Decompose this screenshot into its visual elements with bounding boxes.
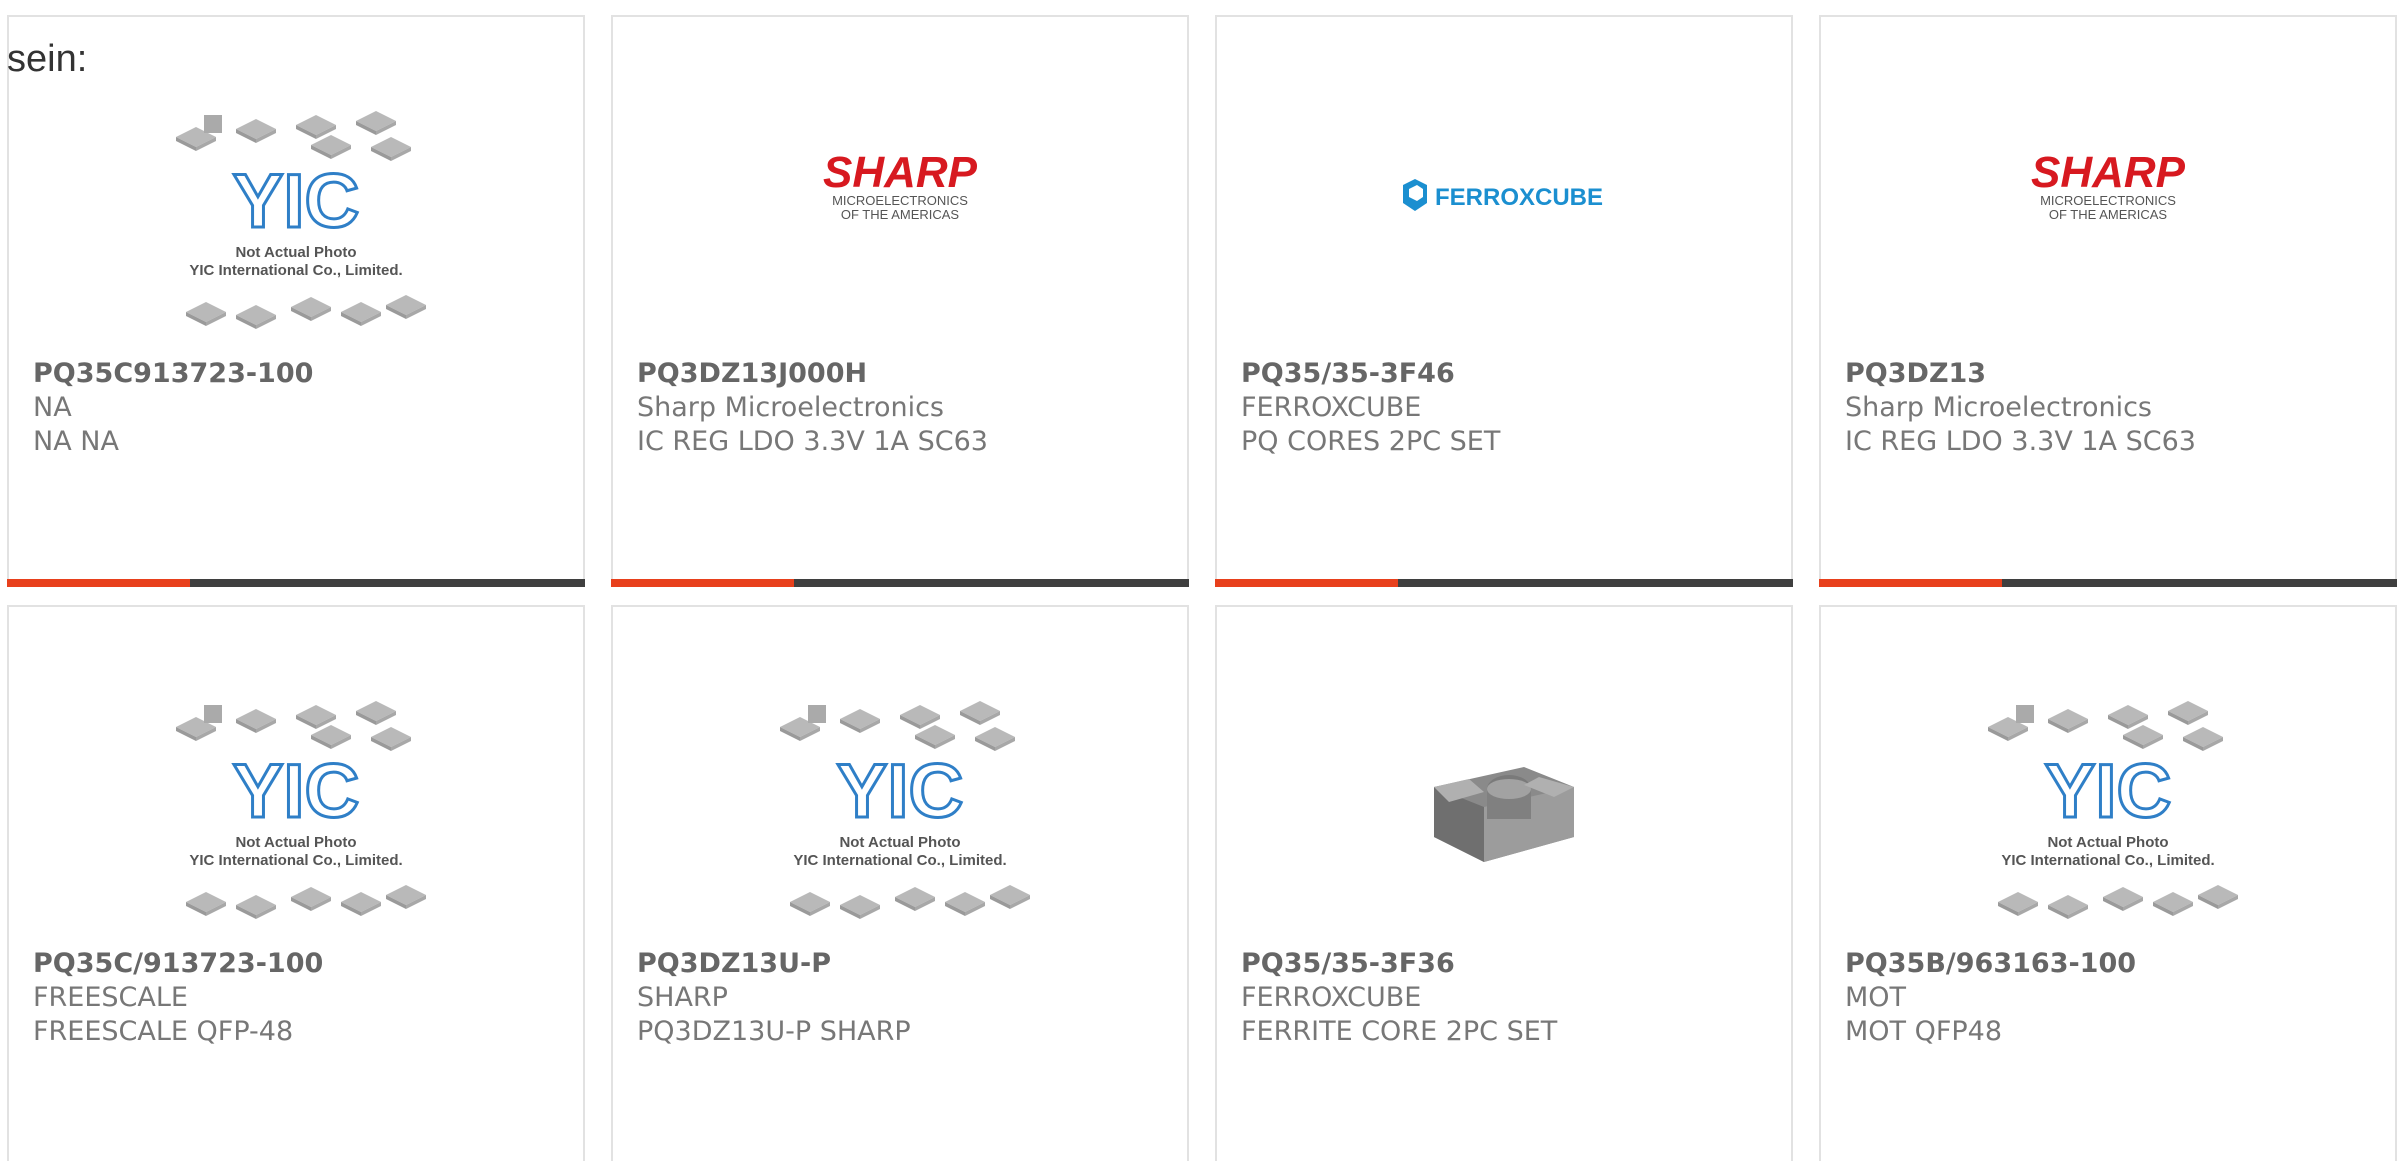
svg-text:Not Actual Photo: Not Actual Photo	[2047, 834, 2168, 851]
yic-logo: YIC	[2045, 749, 2172, 834]
product-card[interactable]: YIC Not Actual Photo YIC International C…	[611, 605, 1189, 1161]
part-number[interactable]: PQ3DZ13	[1845, 357, 2375, 391]
manufacturer: FREESCALE	[33, 982, 188, 1013]
product-card[interactable]: SHARP MICROELECTRONICS OF THE AMERICAS P…	[611, 15, 1189, 587]
product-card[interactable]: PQ35/35-3F36 FERROXCUBE FERRITE CORE 2PC…	[1215, 605, 1793, 1161]
svg-text:Not Actual Photo: Not Actual Photo	[235, 834, 356, 851]
product-grid-page: sein: YIC Not Actual Photo YIC Internati…	[0, 0, 2400, 1161]
part-number[interactable]: PQ35/35-3F46	[1241, 357, 1771, 391]
part-number[interactable]: PQ3DZ13U-P	[637, 947, 1167, 981]
part-number[interactable]: PQ35C913723-100	[33, 357, 563, 391]
placeholder-icon: YIC Not Actual Photo YIC International C…	[1821, 677, 2395, 957]
svg-text:Not Actual Photo: Not Actual Photo	[839, 834, 960, 851]
product-card[interactable]: FERROXCUBE PQ35/35-3F46 FERROXCUBE PQ CO…	[1215, 15, 1793, 587]
svg-text:OF THE AMERICAS: OF THE AMERICAS	[841, 207, 960, 222]
manufacturer: MOT	[1845, 982, 1907, 1013]
yic-logo: YIC	[233, 749, 360, 834]
product-card[interactable]: YIC Not Actual Photo YIC International C…	[7, 15, 585, 587]
description: IC REG LDO 3.3V 1A SC63	[1845, 426, 2196, 457]
description: FREESCALE QFP-48	[33, 1016, 294, 1047]
svg-text:Not Actual Photo: Not Actual Photo	[235, 244, 356, 261]
placeholder-icon: YIC Not Actual Photo YIC International C…	[613, 677, 1187, 957]
product-card[interactable]: YIC Not Actual Photo YIC International C…	[1819, 605, 2397, 1161]
yic-logo: YIC	[233, 159, 360, 244]
manufacturer: FERROXCUBE	[1241, 982, 1422, 1013]
description: FERRITE CORE 2PC SET	[1241, 1016, 1558, 1047]
product-card[interactable]: SHARP MICROELECTRONICS OF THE AMERICAS P…	[1819, 15, 2397, 587]
svg-text:MICROELECTRONICS: MICROELECTRONICS	[2040, 193, 2176, 208]
product-card[interactable]: YIC Not Actual Photo YIC International C…	[7, 605, 585, 1161]
svg-text:MICROELECTRONICS: MICROELECTRONICS	[832, 193, 968, 208]
svg-text:YIC International Co., Limited: YIC International Co., Limited.	[189, 262, 402, 279]
svg-text:YIC International Co., Limited: YIC International Co., Limited.	[2001, 852, 2214, 869]
yic-logo: YIC	[837, 749, 964, 834]
manufacturer: SHARP	[637, 982, 728, 1013]
description: MOT QFP48	[1845, 1016, 2003, 1047]
placeholder-icon: YIC Not Actual Photo YIC International C…	[9, 87, 583, 367]
svg-text:YIC International Co., Limited: YIC International Co., Limited.	[189, 852, 402, 869]
manufacturer: FERROXCUBE	[1241, 392, 1422, 423]
svg-text:YIC International Co., Limited: YIC International Co., Limited.	[793, 852, 1006, 869]
svg-text:SHARP: SHARP	[2031, 149, 2186, 197]
card-accent-bar	[1819, 579, 2397, 587]
part-number[interactable]: PQ35/35-3F36	[1241, 947, 1771, 981]
svg-text:FERROXCUBE: FERROXCUBE	[1435, 184, 1603, 211]
card-accent-bar	[611, 579, 1189, 587]
intro-text: sein:	[7, 38, 88, 80]
manufacturer: Sharp Microelectronics	[637, 392, 944, 423]
part-number[interactable]: PQ35C/913723-100	[33, 947, 563, 981]
part-number[interactable]: PQ35B/963163-100	[1845, 947, 2375, 981]
svg-text:OF THE AMERICAS: OF THE AMERICAS	[2049, 207, 2168, 222]
svg-text:SHARP: SHARP	[823, 149, 978, 197]
part-number[interactable]: PQ3DZ13J000H	[637, 357, 1167, 391]
placeholder-icon: YIC Not Actual Photo YIC International C…	[9, 677, 583, 957]
card-accent-bar	[1215, 579, 1793, 587]
description: IC REG LDO 3.3V 1A SC63	[637, 426, 988, 457]
manufacturer: NA	[33, 392, 72, 423]
description: PQ CORES 2PC SET	[1241, 426, 1501, 457]
description: NA NA	[33, 426, 119, 457]
description: PQ3DZ13U-P SHARP	[637, 1016, 911, 1047]
manufacturer: Sharp Microelectronics	[1845, 392, 2152, 423]
card-accent-bar	[7, 579, 585, 587]
